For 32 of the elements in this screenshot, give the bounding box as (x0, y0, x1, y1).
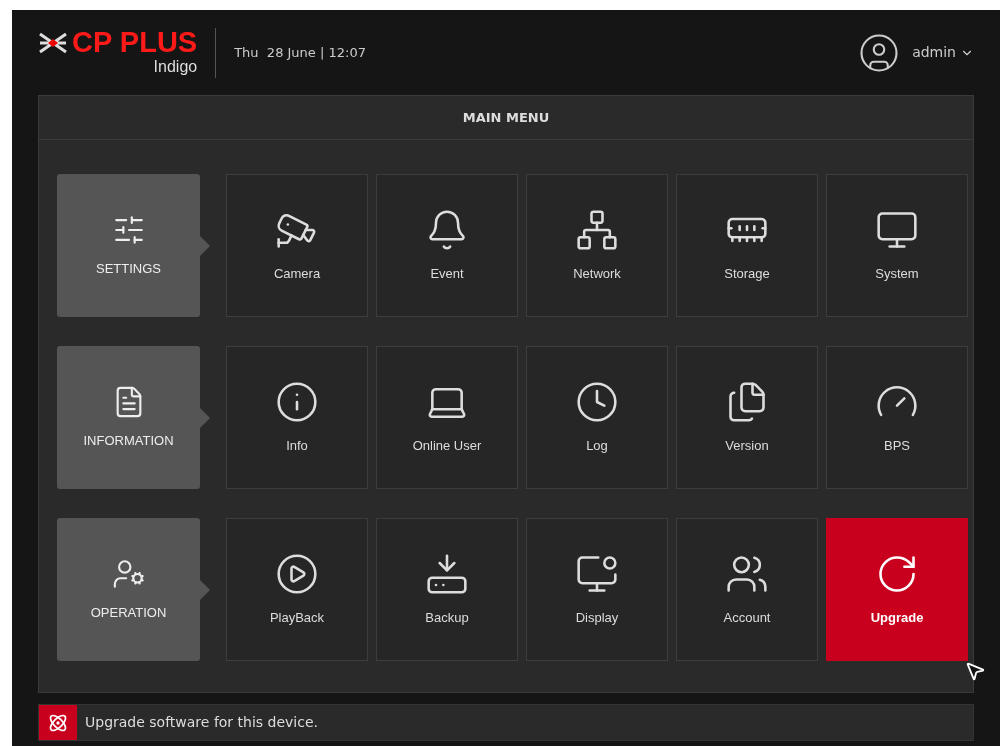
info-icon (275, 379, 319, 424)
menu-tile[interactable]: BPS (826, 346, 968, 489)
atom-icon (48, 712, 68, 733)
avatar-icon[interactable] (858, 31, 901, 74)
play-icon (275, 551, 319, 596)
menu-tile[interactable]: Event (376, 174, 518, 317)
menu-tile[interactable]: System (826, 174, 968, 317)
category-label: OPERATION (90, 603, 167, 622)
logo-subtitle: Indigo (153, 57, 198, 77)
menu-tile[interactable]: Info (226, 346, 368, 489)
menu-tile[interactable]: Storage (676, 174, 818, 317)
menu-tile[interactable]: Online User (376, 346, 518, 489)
menu-tile[interactable]: Log (526, 346, 668, 489)
date-time: Thu 28 June | 12:07 (234, 43, 366, 62)
category-label: SETTINGS (96, 259, 161, 278)
menu-tile[interactable]: Upgrade (826, 518, 968, 661)
category-label: INFORMATION (83, 431, 174, 450)
user-menu[interactable]: admin (912, 42, 974, 63)
logo-text: CP PLUS (72, 28, 198, 57)
menu-tile[interactable]: PlayBack (226, 518, 368, 661)
menu-tile[interactable]: Version (676, 346, 818, 489)
panel-title: MAIN MENU (462, 108, 550, 127)
menu-tile[interactable]: Backup (376, 518, 518, 661)
logo-icon (38, 31, 68, 54)
menu-tile[interactable]: Camera (226, 174, 368, 317)
menu-tile[interactable]: Display (526, 518, 668, 661)
menu-tile[interactable]: Account (676, 518, 818, 661)
network-icon (575, 207, 619, 252)
menu-tile[interactable]: Network (526, 174, 668, 317)
cursor-icon (964, 660, 986, 682)
clock-icon (575, 379, 619, 424)
status-message: Upgrade software for this device. (85, 713, 318, 732)
